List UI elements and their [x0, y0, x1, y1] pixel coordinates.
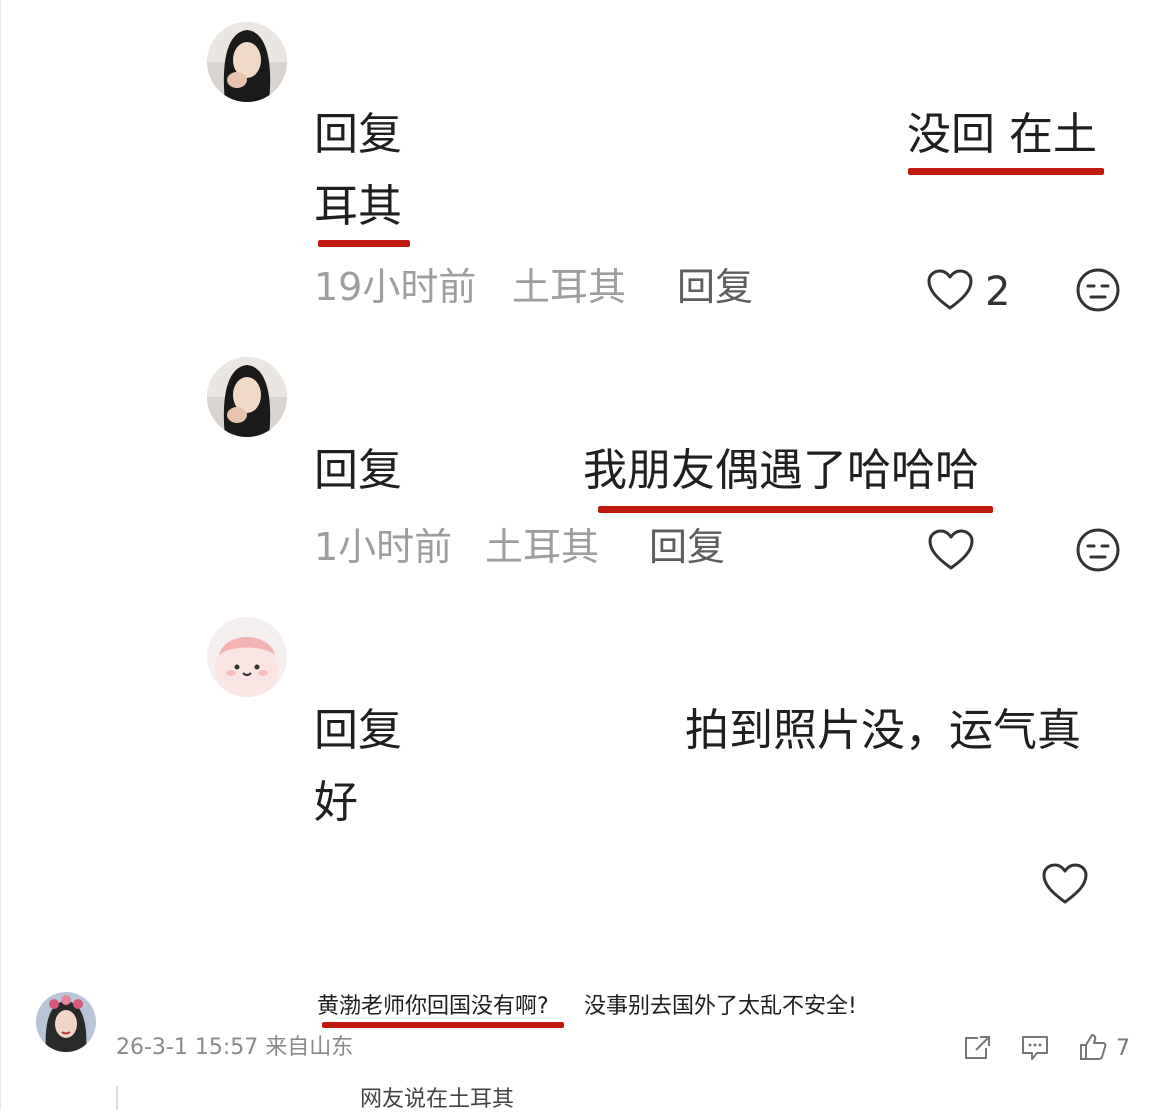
- comment-time: 1小时前: [314, 525, 453, 569]
- comment-location: 土耳其: [512, 265, 627, 309]
- like-count: 2: [985, 269, 1011, 315]
- reply-prefix[interactable]: 回复: [314, 704, 402, 758]
- post-timestamp: 26-3-1 15:57 来自山东: [116, 1035, 354, 1060]
- neutral-face-icon[interactable]: [1075, 267, 1121, 313]
- red-underline: [322, 1022, 564, 1028]
- reply-prefix[interactable]: 回复: [314, 108, 402, 162]
- red-underline: [598, 506, 993, 513]
- comment-location: 土耳其: [485, 525, 600, 569]
- reply-button[interactable]: 回复: [649, 524, 725, 570]
- thumbs-up-icon[interactable]: [1078, 1032, 1108, 1062]
- comment-text-continued: 好: [314, 777, 358, 828]
- red-underline: [908, 168, 1104, 175]
- avatar[interactable]: [36, 992, 96, 1052]
- share-icon[interactable]: [962, 1034, 992, 1062]
- comment-text-continued: 耳其: [314, 181, 402, 232]
- neutral-face-icon[interactable]: [1075, 527, 1121, 573]
- heart-outline-icon[interactable]: [926, 268, 974, 312]
- comment-text: 拍到照片没，运气真: [685, 705, 1081, 756]
- avatar[interactable]: [207, 22, 287, 102]
- quote-bar: [116, 1086, 118, 1110]
- post-text-highlighted: 黄渤老师你回国没有啊?: [317, 994, 549, 1019]
- comment-text: 没回 在土: [907, 109, 1097, 160]
- post-like-count: 7: [1116, 1036, 1130, 1061]
- left-border: [0, 0, 1, 1110]
- heart-outline-icon[interactable]: [1041, 862, 1089, 906]
- comment-icon[interactable]: [1020, 1034, 1050, 1062]
- red-underline: [318, 240, 410, 247]
- avatar[interactable]: [207, 357, 287, 437]
- comment-text: 我朋友偶遇了哈哈哈: [583, 445, 979, 496]
- reply-button[interactable]: 回复: [677, 264, 753, 310]
- reply-prefix[interactable]: 回复: [314, 444, 402, 498]
- avatar[interactable]: [207, 617, 287, 697]
- comment-time: 19小时前: [314, 265, 477, 309]
- heart-outline-icon[interactable]: [927, 528, 975, 572]
- post-text: 没事别去国外了太乱不安全!: [584, 994, 857, 1019]
